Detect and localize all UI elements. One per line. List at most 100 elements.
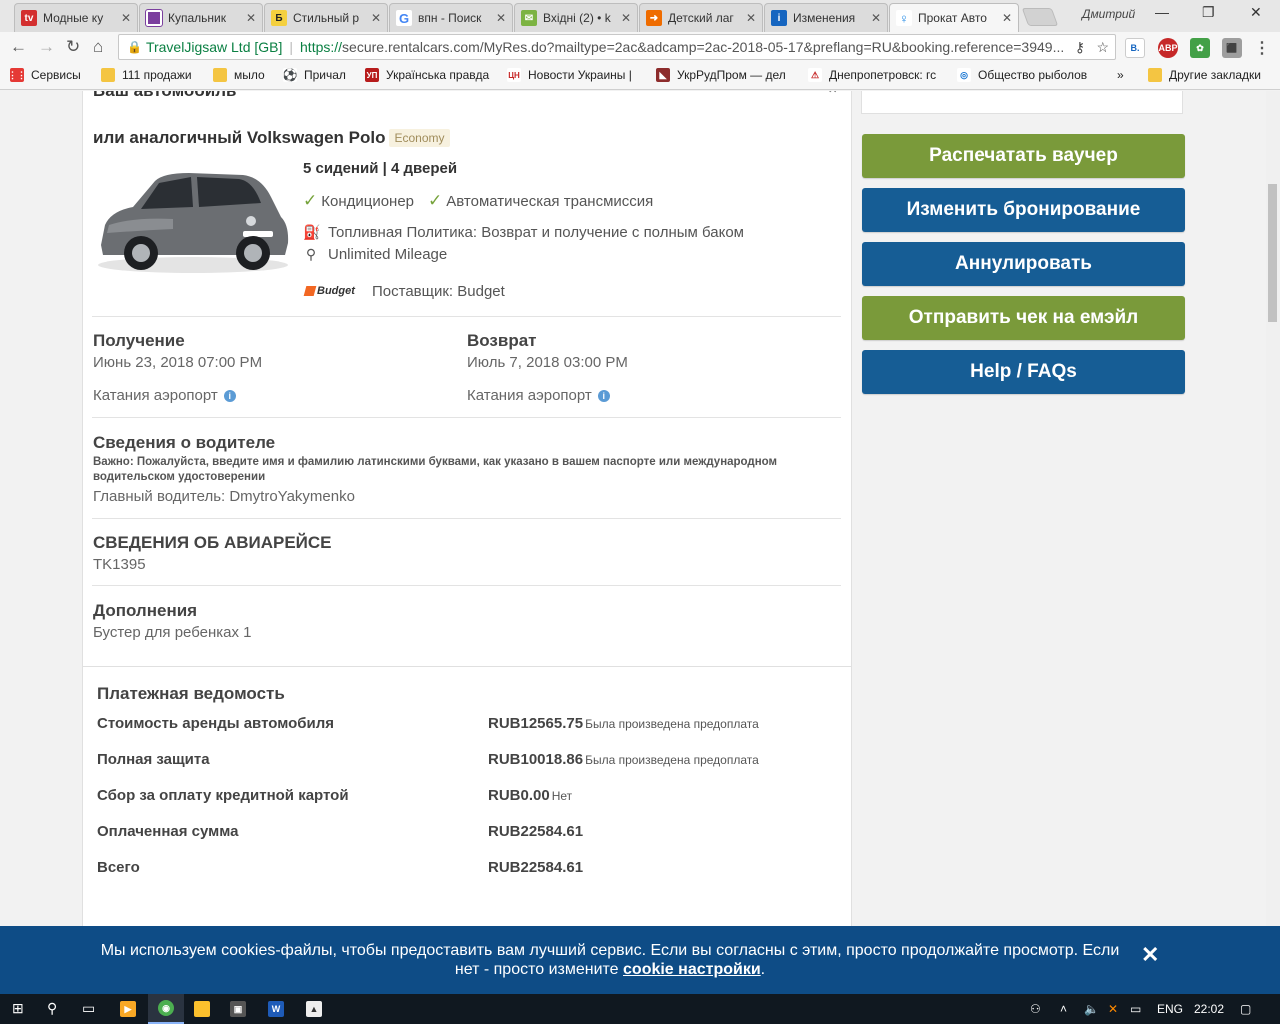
close-icon[interactable]: ✕ (621, 11, 631, 25)
network-icon[interactable]: ▭ (1130, 1002, 1141, 1016)
bookmark-prichal[interactable]: ⚽ Причал (283, 68, 346, 82)
driver-note: Важно: Пожалуйста, введите имя и фамилию… (93, 456, 778, 483)
task-view-icon[interactable]: ▭ (82, 1000, 95, 1017)
browser-tab-0[interactable]: tv Модные ку ✕ (14, 3, 138, 32)
people-icon[interactable]: ⚇ (1030, 1002, 1041, 1016)
bookmark-apps[interactable]: ⋮⋮ Сервисы (8, 68, 81, 82)
home-icon[interactable]: ⌂ (93, 37, 103, 57)
bookmark-fishing[interactable]: ◎ Общество рыболов (957, 68, 1087, 82)
tv-icon: tv (21, 10, 37, 26)
cookie-settings-link[interactable]: cookie настройки (623, 961, 761, 978)
modify-booking-button[interactable]: Изменить бронирование (862, 188, 1185, 232)
browser-tab-3[interactable]: G впн - Поиск ✕ (389, 3, 513, 32)
close-icon[interactable]: ✕ (746, 11, 756, 25)
taskbar-app-media[interactable]: ▶ (110, 994, 146, 1024)
car-image (98, 173, 289, 273)
language-indicator[interactable]: ENG (1157, 1002, 1183, 1016)
taskbar-app-chrome[interactable]: ◉ (148, 994, 184, 1024)
print-voucher-button[interactable]: Распечатать ваучер (862, 134, 1185, 178)
extension-green-icon[interactable]: ✿ (1190, 38, 1210, 58)
info-icon[interactable]: i (223, 390, 236, 402)
menu-icon[interactable]: ⋮ (1252, 38, 1272, 58)
ball-icon: ⚽ (282, 68, 298, 82)
pdf-icon[interactable]: ⬛ (1222, 38, 1242, 58)
close-icon[interactable]: ✕ (1002, 11, 1012, 25)
extension-b-icon[interactable]: B. (1125, 38, 1145, 58)
forward-icon[interactable]: → (38, 37, 55, 57)
info-icon[interactable]: i (597, 390, 610, 402)
browser-tab-6[interactable]: i Изменения ✕ (764, 3, 888, 32)
collapse-icon[interactable]: ⌃ (826, 91, 839, 105)
bookmark-folder-sales[interactable]: 111 продажи (101, 68, 192, 82)
payment-amount-total: RUB22584.61 (488, 859, 584, 876)
clock[interactable]: 22:02 (1194, 1002, 1224, 1016)
section-title-car: Ваш автомобиль (93, 91, 237, 101)
extras-heading: Дополнения (93, 601, 198, 620)
close-icon[interactable]: ✕ (871, 11, 881, 25)
bookmark-pravda[interactable]: УП Українська правда (365, 68, 489, 82)
fuel-policy-row: ⛽ Топливная Политика: Возврат и получени… (303, 224, 744, 241)
window-close-icon[interactable]: ✕ (1250, 4, 1262, 21)
browser-tab-7-active[interactable]: ♀ Прокат Авто ✕ (889, 3, 1019, 32)
notifications-icon[interactable]: ▢ (1240, 1002, 1251, 1016)
cookie-banner: Мы используем cookies-файлы, чтобы предо… (0, 926, 1280, 994)
profile-name[interactable]: Дмитрий (1082, 7, 1135, 21)
bookmark-news[interactable]: ЦН Новости Украины | (507, 68, 632, 82)
adblock-icon[interactable]: ABP (1158, 38, 1178, 58)
taskbar-app-photos[interactable]: ▲ (296, 994, 332, 1024)
new-tab-button[interactable] (1021, 8, 1059, 26)
star-icon[interactable]: ☆ (1096, 39, 1109, 56)
payment-label-card-fee: Сбор за оплату кредитной картой (97, 787, 349, 804)
email-receipt-button[interactable]: Отправить чек на емэйл (862, 296, 1185, 340)
bookmarks-more[interactable]: » (1117, 68, 1124, 82)
back-icon[interactable]: ← (10, 37, 27, 57)
reload-icon[interactable]: ↻ (66, 37, 80, 57)
site-identity[interactable]: TravelJigsaw Ltd [GB] (146, 39, 282, 55)
flight-number: TK1395 (93, 556, 146, 573)
bookmark-label: Причал (304, 68, 346, 82)
close-icon[interactable]: ✕ (246, 11, 256, 25)
lock-icon: 🔒 (127, 40, 142, 54)
key-icon[interactable]: ⚷ (1075, 39, 1085, 56)
volume-icon[interactable]: 🔈 (1084, 1002, 1099, 1016)
browser-tab-1[interactable]: Купальник ✕ (139, 3, 263, 32)
taskbar-app-explorer[interactable] (184, 994, 220, 1024)
chrome-icon: ◉ (158, 1000, 174, 1016)
feature-ac: Кондиционер (321, 192, 415, 210)
mileage: Unlimited Mileage (328, 246, 448, 263)
payment-heading: Платежная ведомость (97, 684, 285, 703)
dropoff-location: Катания аэропорт i (467, 387, 610, 404)
scrollbar-thumb[interactable] (1268, 184, 1277, 322)
sidebar-box (861, 91, 1183, 114)
browser-tab-2[interactable]: Б Стильный р ✕ (264, 3, 388, 32)
metamask-icon[interactable]: ✕ (1108, 1002, 1118, 1016)
extras-item: Бустер для ребенкаx 1 (93, 624, 252, 641)
help-faqs-button[interactable]: Help / FAQs (862, 350, 1185, 394)
windows-start-icon[interactable]: ⊞ (12, 1000, 24, 1017)
bookmark-dnipro[interactable]: ⚠ Днепропетровск: гс (808, 68, 936, 82)
search-icon[interactable]: ⚲ (47, 1000, 57, 1017)
cookie-close-icon[interactable]: ✕ (1141, 942, 1159, 968)
url-text: secure.rentalcars.com/MyRes.do?mailtype=… (342, 39, 1065, 55)
taskbar-app-word[interactable]: W (258, 994, 294, 1024)
mileage-row: ⚲ Unlimited Mileage (303, 246, 447, 263)
browser-tab-4[interactable]: ✉ Вхідні (2) • k ✕ (514, 3, 638, 32)
browser-tab-5[interactable]: ➜ Детский лаг ✕ (639, 3, 763, 32)
minimize-icon[interactable]: — (1155, 4, 1169, 20)
bookmark-other[interactable]: Другие закладки (1148, 68, 1261, 82)
bookmark-label: Другие закладки (1169, 68, 1261, 82)
cancel-booking-button[interactable]: Аннулировать (862, 242, 1185, 286)
address-bar[interactable]: 🔒 TravelJigsaw Ltd [GB] | https:// secur… (118, 34, 1116, 60)
bookmark-folder-mail[interactable]: мыло (213, 68, 265, 82)
close-icon[interactable]: ✕ (121, 11, 131, 25)
bookmark-label: Українська правда (386, 68, 490, 82)
taskbar-app-store[interactable]: ▣ (220, 994, 256, 1024)
payment-amount-protection: RUB10018.86 Была произведена предоплата (488, 751, 759, 768)
payment-label-rental: Стоимость аренды автомобиля (97, 715, 335, 732)
close-icon[interactable]: ✕ (371, 11, 381, 25)
tray-chevron-icon[interactable]: ˄ (1060, 1002, 1067, 1016)
restore-icon[interactable]: ❐ (1202, 4, 1215, 21)
close-icon[interactable]: ✕ (496, 11, 506, 25)
budget-logo: Budget (303, 285, 355, 297)
bookmark-ukrrud[interactable]: ◣ УкрРудПром — дел (656, 68, 786, 82)
